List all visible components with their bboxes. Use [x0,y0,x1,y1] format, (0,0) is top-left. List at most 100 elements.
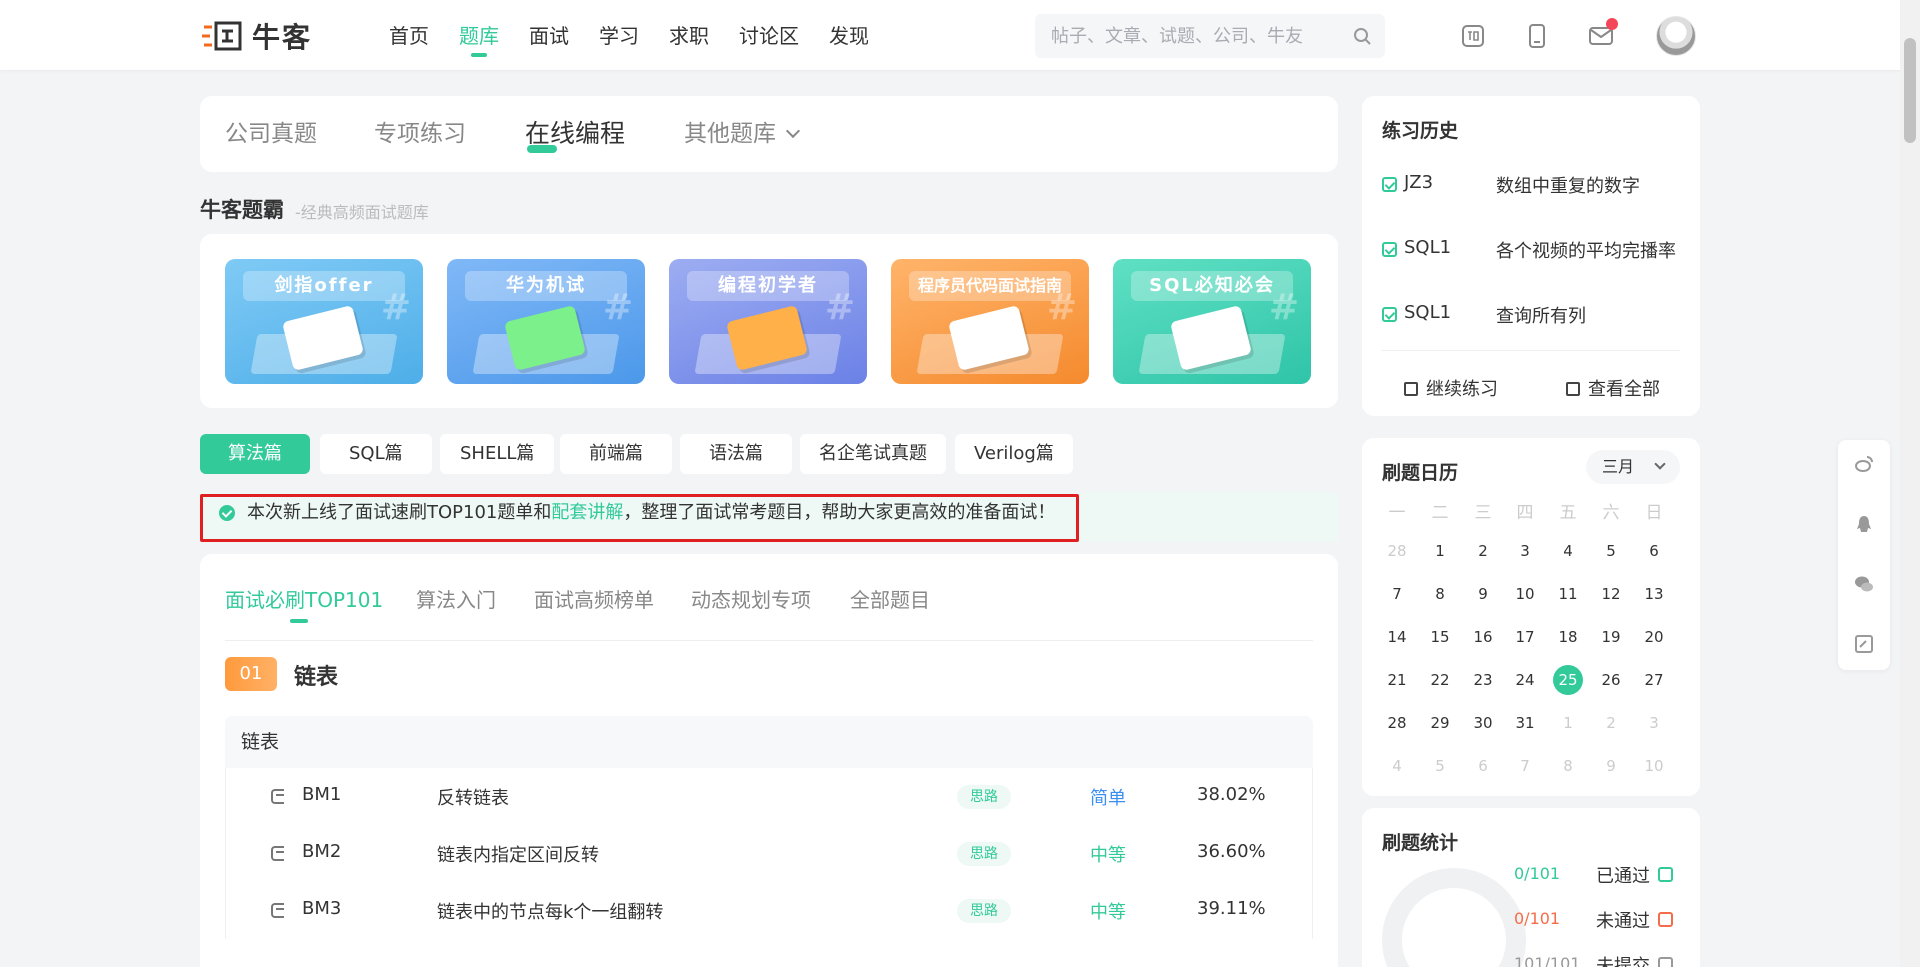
calendar-day[interactable]: 21 [1382,665,1412,695]
search-icon[interactable] [1353,27,1371,45]
history-item[interactable]: SQL1 查询所有列 [1382,302,1682,328]
calendar-day[interactable]: 20 [1639,622,1669,652]
banner-code-interview-guide[interactable]: 程序员代码面试指南 # [891,259,1089,384]
banner-beginner[interactable]: 编程初学者 # [669,259,867,384]
recruit-icon[interactable] [1460,23,1486,49]
tab-online-coding[interactable]: 在线编程 [525,96,625,172]
calendar-day-today[interactable]: 25 [1553,665,1583,695]
calendar-day[interactable]: 26 [1596,665,1626,695]
feedback-icon[interactable] [1854,634,1874,654]
problem-title[interactable]: 链表内指定区间反转 [437,841,599,867]
calendar-day[interactable]: 2 [1468,536,1498,566]
banner-huawei-test[interactable]: 华为机试 # [447,259,645,384]
chapter-name: 链表 [294,665,339,690]
category-verilog[interactable]: Verilog篇 [955,434,1073,474]
calendar-day[interactable]: 29 [1425,708,1455,738]
search-input[interactable] [1051,14,1341,58]
unsubmitted-count: 101/101 [1514,954,1581,967]
nav-interview[interactable]: 面试 [529,0,569,70]
calendar-day[interactable]: 28 [1382,708,1412,738]
subtab-dynamic-programming[interactable]: 动态规划专项 [691,584,811,613]
calendar-day: 7 [1520,757,1530,775]
calendar-day[interactable]: 4 [1553,536,1583,566]
banner-sql[interactable]: SQL必知必会 # [1113,259,1311,384]
solution-tag[interactable]: 思路 [957,899,1011,923]
calendar-day[interactable]: 27 [1639,665,1669,695]
calendar-day[interactable]: 15 [1425,622,1455,652]
main-nav: 首页 题库 面试 学习 求职 讨论区 发现 [389,0,899,70]
calendar-day[interactable]: 18 [1553,622,1583,652]
calendar-day[interactable]: 6 [1639,536,1669,566]
month-select[interactable]: 三月 [1586,450,1680,484]
nav-jobs[interactable]: 求职 [669,0,709,70]
category-syntax[interactable]: 语法篇 [680,434,792,474]
calendar-day[interactable]: 22 [1425,665,1455,695]
category-company-exams[interactable]: 名企笔试真题 [800,434,946,474]
category-shell[interactable]: SHELL篇 [440,434,555,474]
tab-other-banks[interactable]: 其他题库 [684,96,801,172]
subtab-high-frequency[interactable]: 面试高频榜单 [534,584,654,613]
calendar-day[interactable]: 24 [1510,665,1540,695]
problem-title[interactable]: 链表中的节点每k个一组翻转 [437,898,663,924]
banner-jianzhi-offer[interactable]: 剑指offer # [225,259,423,384]
history-id: SQL1 [1404,237,1452,258]
category-frontend[interactable]: 前端篇 [560,434,672,474]
calendar-day[interactable]: 5 [1596,536,1626,566]
calendar-day[interactable]: 3 [1510,536,1540,566]
subtab-top101[interactable]: 面试必刷TOP101 [225,584,383,623]
scrollbar-thumb[interactable] [1904,38,1916,143]
tab-topic-practice[interactable]: 专项练习 [374,96,466,172]
subtab-all-problems[interactable]: 全部题目 [850,584,930,613]
nav-home[interactable]: 首页 [389,0,429,70]
calendar-day[interactable]: 1 [1425,536,1455,566]
logo-icon [202,21,242,51]
solution-tag[interactable]: 思路 [957,785,1011,809]
calendar-day[interactable]: 8 [1425,579,1455,609]
calendar-day[interactable]: 12 [1596,579,1626,609]
calendar-day[interactable]: 17 [1510,622,1540,652]
wechat-icon[interactable] [1854,574,1874,594]
problem-row[interactable]: BM2 链表内指定区间反转 思路 中等 36.60% [225,825,1313,882]
calendar-day[interactable]: 9 [1468,579,1498,609]
history-item[interactable]: SQL1 各个视频的平均完播率 [1382,237,1682,263]
nav-discuss[interactable]: 讨论区 [739,0,799,70]
nav-learn[interactable]: 学习 [599,0,639,70]
calendar-day[interactable]: 30 [1468,708,1498,738]
user-avatar[interactable] [1656,16,1696,56]
tab-label: 公司真题 [225,121,317,147]
calendar-day[interactable]: 11 [1553,579,1583,609]
calendar-day[interactable]: 7 [1382,579,1412,609]
calendar-day[interactable]: 10 [1510,579,1540,609]
view-all-button[interactable]: 查看全部 [1566,375,1660,401]
problem-row[interactable]: BM1 反转链表 思路 简单 38.02% [225,768,1313,825]
solution-tag[interactable]: 思路 [957,842,1011,866]
problem-row[interactable]: BM3 链表中的节点每k个一组翻转 思路 中等 39.11% [225,882,1313,939]
calendar-day[interactable]: 13 [1639,579,1669,609]
problem-title[interactable]: 反转链表 [437,784,509,810]
tab-label: 其他题库 [684,121,776,147]
section-subtitle: -经典高频面试题库 [295,203,429,222]
logo[interactable]: 牛客 [200,18,312,54]
subtab-algo-intro[interactable]: 算法入门 [416,584,496,613]
continue-practice-button[interactable]: 继续练习 [1404,375,1498,401]
chevron-down-icon [1654,458,1666,470]
category-sql[interactable]: SQL篇 [320,434,432,474]
calendar-day[interactable]: 16 [1468,622,1498,652]
notice-link[interactable]: 配套讲解 [551,502,623,523]
unsubmitted-label: 未提交 [1596,956,1650,967]
nav-discover[interactable]: 发现 [829,0,869,70]
category-algorithm[interactable]: 算法篇 [200,434,310,474]
page-scrollbar[interactable] [1900,0,1920,967]
weibo-icon[interactable] [1854,454,1874,474]
calendar-day[interactable]: 23 [1468,665,1498,695]
mobile-app-icon[interactable] [1524,23,1550,49]
qq-icon[interactable] [1854,514,1874,534]
tab-company-questions[interactable]: 公司真题 [225,96,317,172]
calendar-day[interactable]: 19 [1596,622,1626,652]
calendar-day[interactable]: 14 [1382,622,1412,652]
history-item[interactable]: JZ3 数组中重复的数字 [1382,172,1682,198]
progress-donut [1382,868,1526,967]
nav-question-bank[interactable]: 题库 [459,0,499,70]
calendar-day[interactable]: 31 [1510,708,1540,738]
message-button[interactable] [1588,18,1618,49]
